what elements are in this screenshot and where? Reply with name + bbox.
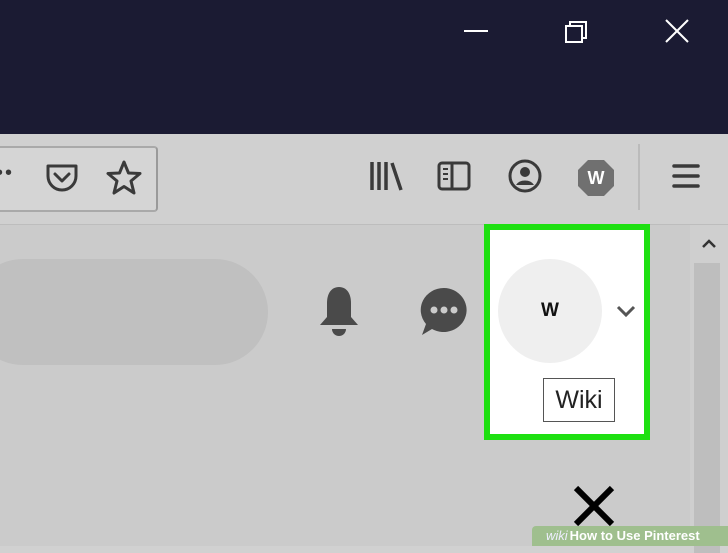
watermark-wiki: wiki (546, 528, 568, 543)
url-bar[interactable]: •• (0, 146, 158, 212)
watermark-text: How to Use Pinterest (569, 528, 700, 543)
watermark: wiki How to Use Pinterest (532, 526, 728, 546)
avatar-tooltip: Wiki (543, 378, 615, 422)
window-titlebar (0, 0, 728, 134)
page-actions-dots[interactable]: •• (0, 162, 14, 185)
hamburger-menu-icon[interactable] (666, 156, 706, 196)
restore-icon[interactable] (556, 14, 596, 54)
page-scrollbar[interactable] (690, 225, 728, 553)
scrollbar-thumb[interactable] (694, 263, 720, 553)
extension-letter: W (587, 168, 605, 188)
chevron-down-icon[interactable] (614, 302, 638, 320)
pocket-icon[interactable] (42, 158, 82, 198)
close-icon[interactable] (658, 14, 698, 54)
scroll-up-arrow-icon[interactable] (699, 235, 719, 251)
notification-bell-icon[interactable] (314, 283, 364, 339)
account-icon[interactable] (505, 156, 545, 196)
library-icon[interactable] (366, 156, 406, 196)
messages-icon[interactable] (418, 285, 470, 337)
profile-avatar[interactable]: W (498, 259, 602, 363)
close-x-icon[interactable] (570, 482, 618, 530)
search-bar[interactable] (0, 259, 268, 365)
minimize-icon[interactable] (456, 14, 496, 54)
bookmark-star-icon[interactable] (104, 158, 144, 198)
extension-w-icon[interactable]: W (576, 158, 616, 198)
toolbar-separator (638, 144, 640, 210)
sidebar-icon[interactable] (434, 156, 474, 196)
browser-toolbar: •• W (0, 134, 728, 225)
